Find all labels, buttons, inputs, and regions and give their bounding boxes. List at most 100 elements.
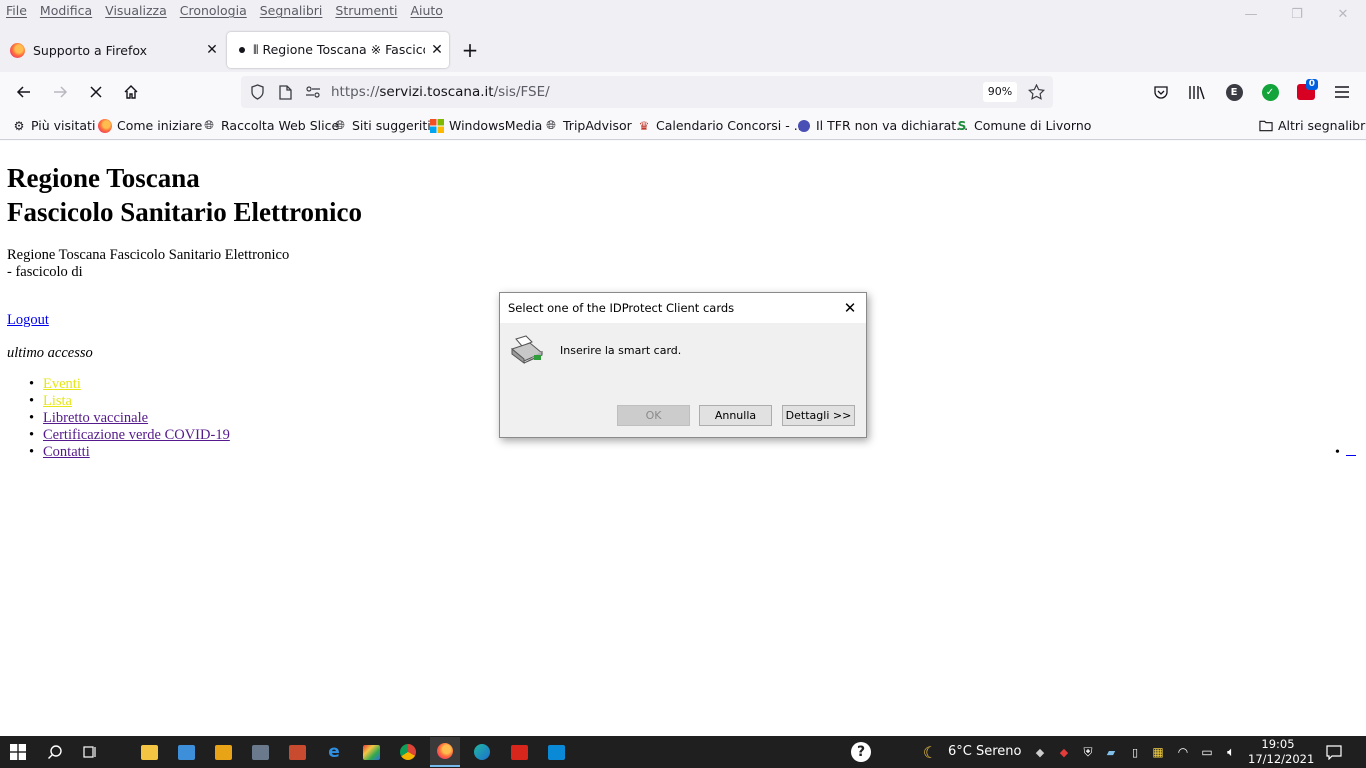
notifications-button[interactable] [1324, 742, 1344, 762]
ok-button[interactable]: OK [617, 405, 690, 426]
account-avatar-icon: E [1225, 83, 1243, 101]
nav-item-libretto-vaccinale[interactable]: Libretto vaccinale [29, 410, 230, 427]
start-button[interactable] [8, 742, 28, 762]
wifi-icon[interactable]: ◠ [1173, 742, 1193, 762]
tab-regione-toscana[interactable]: ⦀ Regione Toscana ※ Fascicolo ✕ [227, 32, 449, 68]
url-prefix: https:// [331, 84, 380, 100]
bookmark-tfr[interactable]: Il TFR non va dichiarat... [797, 118, 968, 133]
nav-link[interactable]: Lista [43, 393, 72, 409]
bookmark-piu-visitati[interactable]: ⚙ Più visitati [12, 118, 96, 133]
store-button[interactable] [546, 742, 566, 762]
pocket-button[interactable] [1147, 78, 1175, 106]
nav-link[interactable]: Libretto vaccinale [43, 410, 148, 426]
forward-button[interactable] [46, 78, 74, 106]
bookmark-calendario-concorsi[interactable]: ♛ Calendario Concorsi - ... [637, 118, 806, 133]
library-button[interactable] [1183, 78, 1211, 106]
bookmark-come-iniziare[interactable]: Come iniziare [98, 118, 202, 133]
task-view-button[interactable] [80, 742, 100, 762]
app-button[interactable] [287, 742, 307, 762]
extension-button[interactable]: 0 [1292, 78, 1320, 106]
menu-strumenti[interactable]: Strumenti [335, 3, 397, 18]
new-tab-button[interactable]: + [458, 36, 482, 64]
internet-explorer-icon: e [328, 742, 340, 762]
battery-icon[interactable]: ▭ [1197, 742, 1217, 762]
calculator-button[interactable] [250, 742, 270, 762]
close-window-button[interactable]: ✕ [1320, 0, 1366, 28]
logout-link[interactable]: Logout [7, 312, 49, 329]
bookmark-tripadvisor[interactable]: 🌐︎ TripAdvisor [544, 118, 632, 133]
bookmark-star-icon[interactable] [1025, 81, 1047, 103]
bookmark-label: Siti suggeriti [352, 118, 431, 133]
moon-icon [797, 119, 811, 133]
home-button[interactable] [117, 78, 145, 106]
nav-item-certificazione-verde[interactable]: Certificazione verde COVID-19 [29, 427, 230, 444]
tray-icon-3[interactable]: ▰ [1101, 742, 1121, 762]
minimize-button[interactable]: — [1228, 0, 1274, 28]
cancel-button[interactable]: Annulla [699, 405, 772, 426]
dialog-message: Inserire la smart card. [560, 344, 682, 357]
weather-text[interactable]: 6°C Sereno [948, 744, 1021, 759]
tray-icon-1[interactable]: ◆ [1030, 742, 1050, 762]
other-bookmarks-label: Altri segnalibri [1278, 118, 1366, 133]
bookmark-siti-suggeriti[interactable]: 🌐︎ Siti suggeriti [333, 118, 431, 133]
chrome-button[interactable] [398, 742, 418, 762]
right-bullet-link[interactable]: • [1335, 445, 1356, 461]
menu-segnalibri[interactable]: Segnalibri [260, 3, 323, 18]
nav-item-lista[interactable]: Lista [29, 393, 230, 410]
page-content: Regione Toscana Fascicolo Sanitario Elet… [0, 141, 1366, 736]
restore-button[interactable]: ❐ [1274, 0, 1320, 28]
nav-item-eventi[interactable]: Eventi [29, 376, 230, 393]
url-bar[interactable]: https://servizi.toscana.it/sis/FSE/ 90% [241, 76, 1053, 108]
menu-visualizza[interactable]: Visualizza [105, 3, 167, 18]
media-player-button[interactable] [213, 742, 233, 762]
help-tray-icon[interactable]: ? [850, 742, 872, 762]
stop-button[interactable] [82, 78, 110, 106]
usb-tray-icon[interactable]: ▯ [1125, 742, 1145, 762]
bookmark-windowsmedia[interactable]: WindowsMedia [430, 118, 542, 133]
nav-link[interactable]: Eventi [43, 376, 81, 392]
control-panel-button[interactable] [176, 742, 196, 762]
bookmark-comune-livorno[interactable]: S Comune di Livorno [955, 118, 1092, 133]
smart-card-dialog: Select one of the IDProtect Client cards… [499, 292, 867, 438]
details-button[interactable]: Dettagli >> [782, 405, 855, 426]
empty-link[interactable] [1345, 455, 1356, 456]
other-bookmarks[interactable]: Altri segnalibri [1259, 118, 1366, 133]
clock[interactable]: 19:05 17/12/2021 [1248, 737, 1314, 767]
menu-cronologia[interactable]: Cronologia [180, 3, 247, 18]
nav-item-contatti[interactable]: Contatti [29, 444, 230, 461]
nav-link[interactable]: Certificazione verde COVID-19 [43, 427, 230, 443]
zoom-indicator[interactable]: 90% [983, 82, 1017, 102]
menu-file[interactable]: File [6, 3, 27, 18]
menu-modifica[interactable]: Modifica [40, 3, 92, 18]
close-tab-icon[interactable]: ✕ [200, 42, 224, 58]
nav-bar: https://servizi.toscana.it/sis/FSE/ 90% … [0, 72, 1366, 112]
photos-button[interactable] [361, 742, 381, 762]
shield-tray-icon[interactable]: ⛨ [1078, 742, 1098, 762]
tab-supporto-firefox[interactable]: Supporto a Firefox ✕ [0, 32, 224, 68]
edge-button[interactable] [472, 742, 492, 762]
page-heading: Regione Toscana Fascicolo Sanitario Elet… [7, 161, 362, 229]
back-button[interactable] [10, 78, 38, 106]
permissions-icon[interactable] [302, 81, 324, 103]
app-menu-button[interactable] [1328, 78, 1356, 106]
shield-icon[interactable] [246, 81, 268, 103]
file-explorer-button[interactable] [139, 742, 159, 762]
tray-icon-4[interactable]: ▦ [1148, 742, 1168, 762]
internet-explorer-button[interactable]: e [324, 742, 344, 762]
dialog-close-icon[interactable]: ✕ [840, 298, 860, 318]
acrobat-button[interactable] [509, 742, 529, 762]
account-button[interactable]: E [1220, 78, 1248, 106]
nav-link[interactable]: Contatti [43, 444, 90, 460]
clock-time: 19:05 [1261, 737, 1295, 751]
volume-icon[interactable]: 🔈︎ [1221, 742, 1241, 762]
firefox-taskbar-button[interactable] [430, 737, 460, 767]
tray-icon-2[interactable]: ◆ [1054, 742, 1074, 762]
page-icon[interactable] [274, 81, 296, 103]
extension-check-button[interactable]: ✓ [1256, 78, 1284, 106]
url-text[interactable]: https://servizi.toscana.it/sis/FSE/ [331, 84, 550, 100]
subtitle-line-2: - fascicolo di [7, 264, 83, 280]
menu-aiuto[interactable]: Aiuto [410, 3, 443, 18]
search-button[interactable] [45, 742, 65, 762]
close-tab-icon[interactable]: ✕ [425, 42, 449, 58]
bookmark-raccolta-web-slice[interactable]: 🌐︎ Raccolta Web Slice [202, 118, 339, 133]
